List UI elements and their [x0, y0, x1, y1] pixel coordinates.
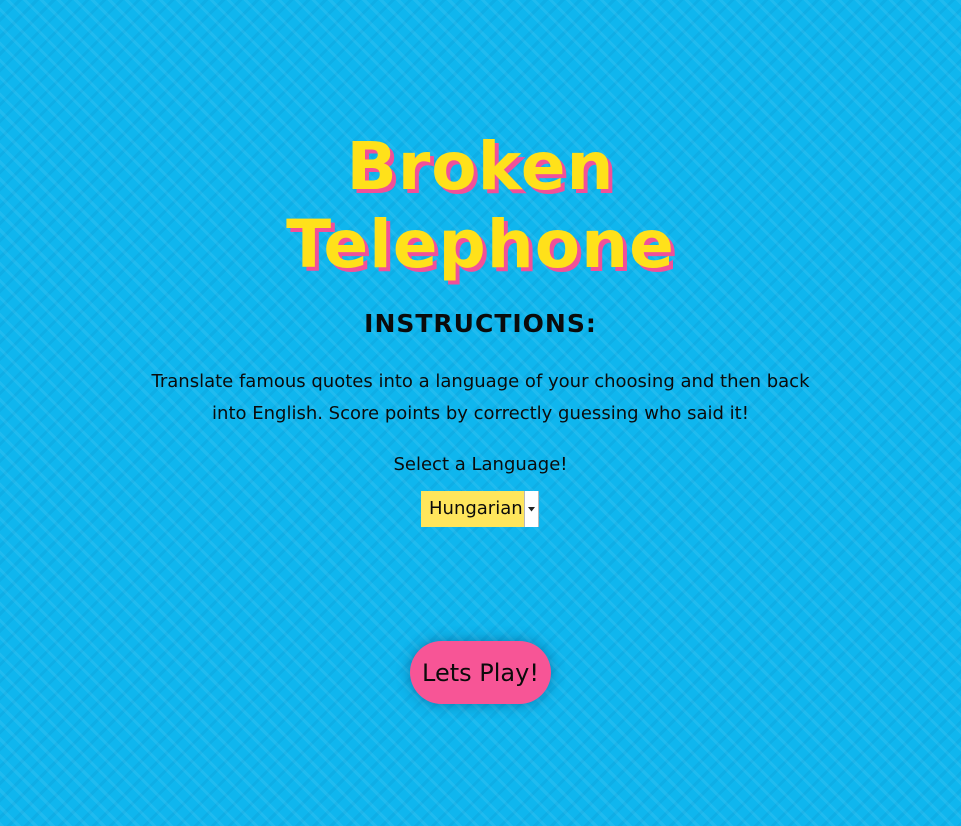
language-select-value: Hungarian: [429, 498, 523, 519]
title-line-2: Telephone: [286, 206, 675, 283]
title-line-1: Broken: [346, 128, 615, 205]
instructions-text: Translate famous quotes into a language …: [151, 371, 810, 424]
language-select-label: Select a Language!: [393, 454, 568, 475]
triangle-down-icon[interactable]: [524, 491, 539, 527]
instructions-heading: INSTRUCTIONS:: [364, 309, 597, 338]
language-select[interactable]: Hungarian: [421, 491, 539, 527]
page: Broken Telephone INSTRUCTIONS: Translate…: [0, 0, 961, 826]
lets-play-button[interactable]: Lets Play!: [410, 641, 551, 704]
app-title: Broken Telephone: [0, 128, 961, 284]
